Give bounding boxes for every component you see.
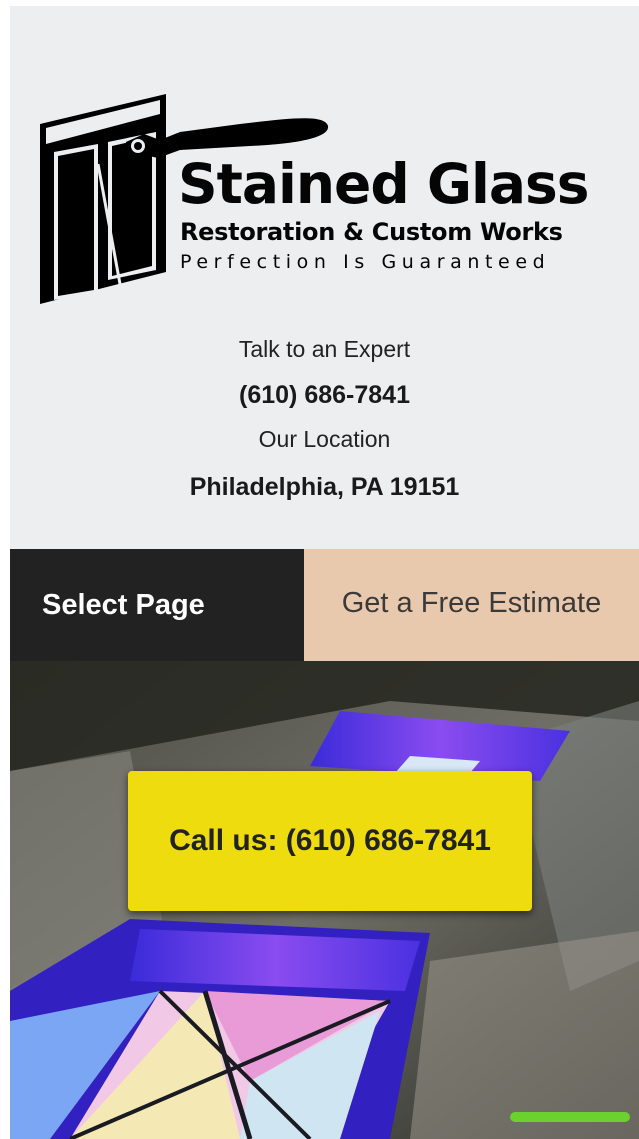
- location-label: Our Location: [258, 426, 391, 452]
- main-nav: Select Page Get a Free Estimate: [10, 549, 639, 661]
- free-estimate-button[interactable]: Get a Free Estimate: [304, 549, 639, 661]
- logo-title: Stained Glass: [178, 152, 589, 216]
- phone-link[interactable]: (610) 686-7841: [10, 380, 639, 410]
- expert-label: Talk to an Expert: [238, 336, 411, 362]
- slider-progress-indicator[interactable]: [510, 1112, 630, 1122]
- location-value: Philadelphia, PA 19151: [189, 473, 460, 501]
- site-logo[interactable]: Stained Glass Restoration & Custom Works…: [40, 94, 632, 316]
- logo-tagline: Perfection Is Guaranteed: [180, 251, 551, 273]
- hero-slider: Call us: (610) 686-7841: [10, 661, 639, 1139]
- site-header: Stained Glass Restoration & Custom Works…: [10, 6, 639, 549]
- select-page-menu[interactable]: Select Page: [10, 549, 304, 661]
- logo-subtitle: Restoration & Custom Works: [180, 218, 563, 246]
- call-us-button[interactable]: Call us: (610) 686-7841: [128, 771, 532, 911]
- page: Stained Glass Restoration & Custom Works…: [10, 6, 639, 1139]
